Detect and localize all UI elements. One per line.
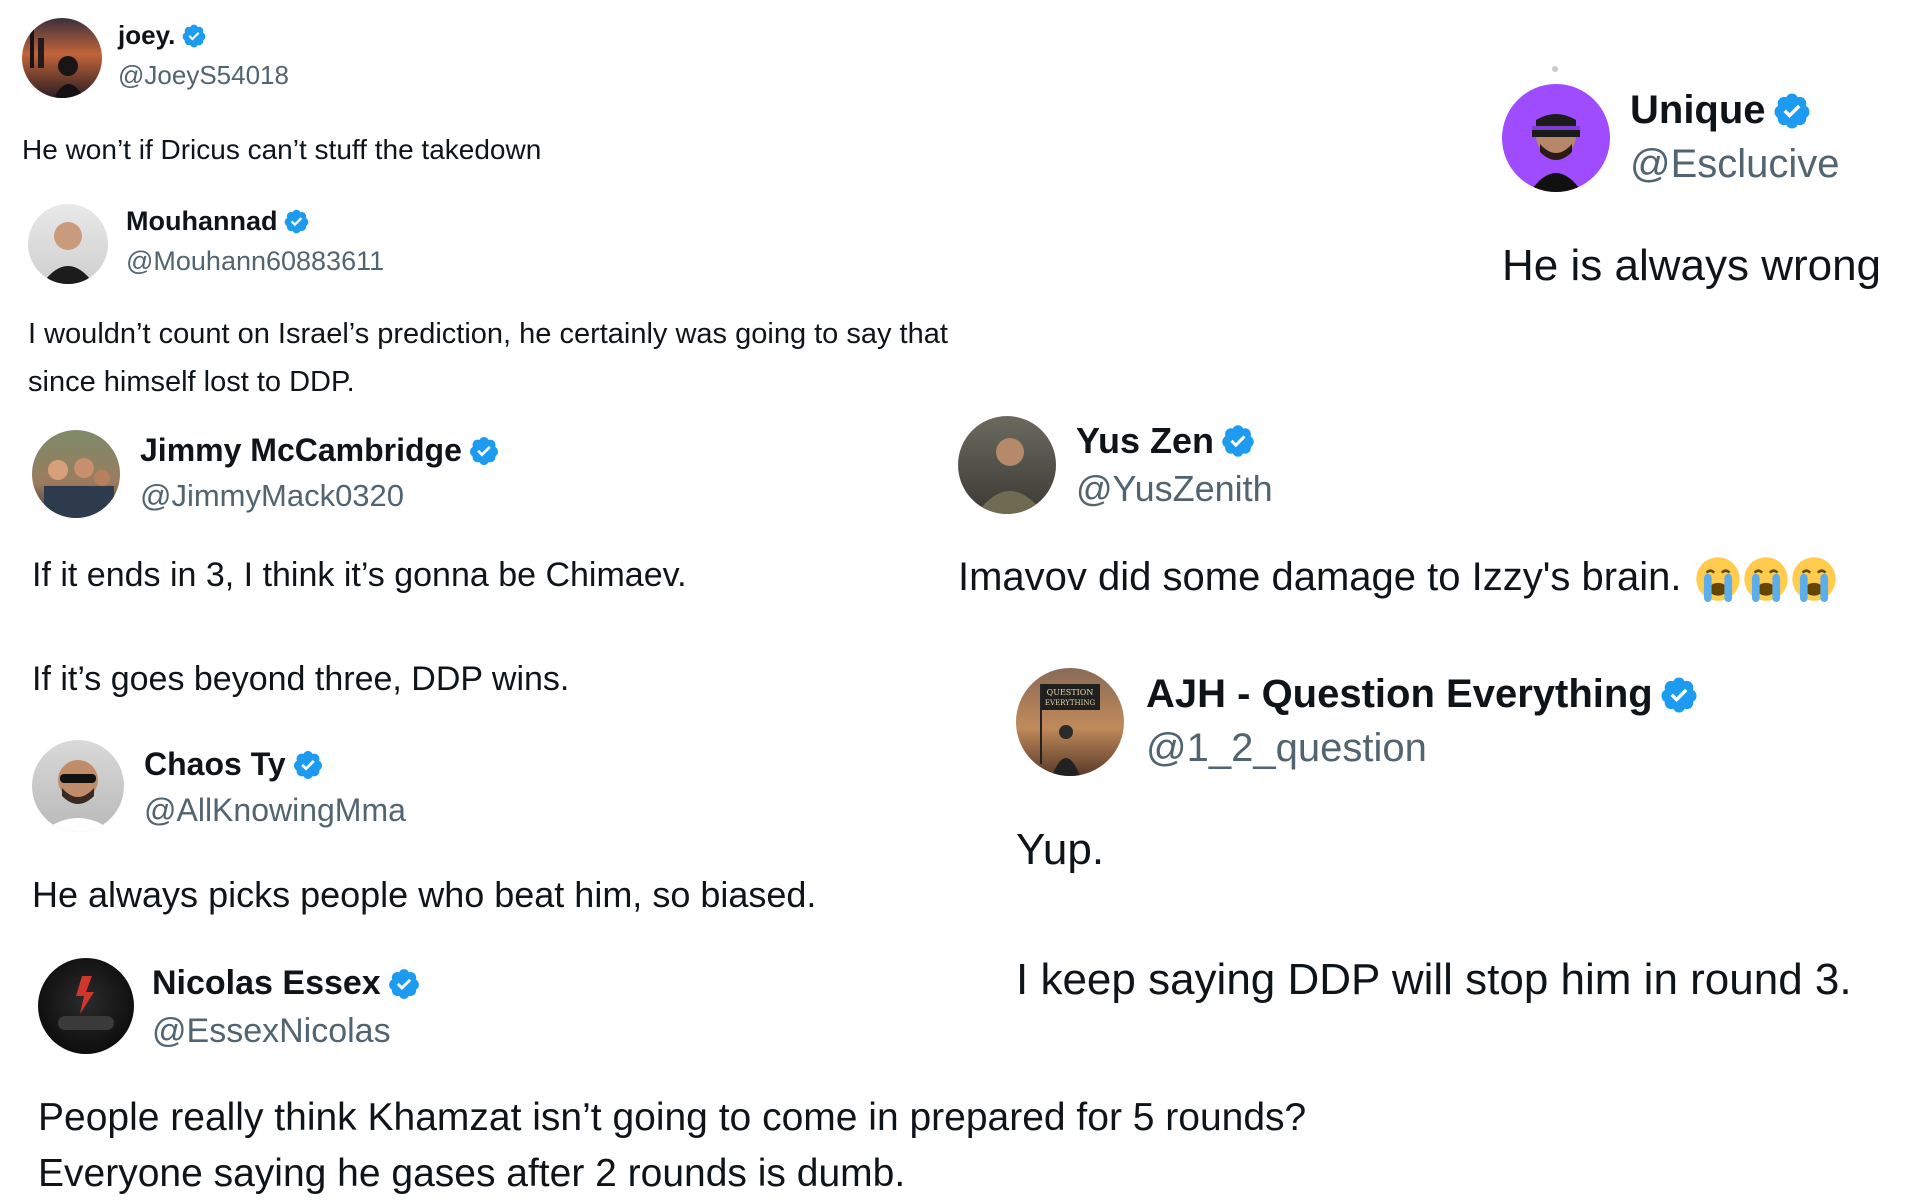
tweet-text-line-1: I wouldn’t count on Israel’s prediction,… [28, 318, 948, 350]
display-name[interactable]: Unique [1630, 88, 1766, 133]
tweet-text: Imavov did some damage to Izzy's brain. [958, 552, 1837, 603]
loudly-crying-face-icon [1743, 556, 1789, 603]
tweet-joey: joey. @JoeyS54018 He won’t if Dricus can… [22, 18, 922, 178]
display-name[interactable]: Nicolas Essex [152, 964, 381, 1003]
tweet-unique: Unique @Esclucive He is always wrong [1502, 84, 1912, 304]
loudly-crying-face-icon [1791, 556, 1837, 603]
verified-badge-icon [283, 208, 310, 235]
verified-badge-icon [292, 749, 324, 781]
avatar[interactable] [1502, 84, 1610, 192]
tweet-mouhannad: Mouhannad @Mouhann60883611 I wouldn’t co… [28, 204, 1178, 404]
tweet-jimmy-mccambridge: Jimmy McCambridge @JimmyMack0320 If it e… [32, 430, 932, 710]
handle[interactable]: @Esclucive [1630, 142, 1840, 187]
handle[interactable]: @1_2_question [1146, 726, 1427, 771]
tweet-chaos-ty: Chaos Ty @AllKnowingMma He always picks … [32, 740, 992, 920]
verified-badge-icon [1772, 91, 1812, 131]
tweet-text: He is always wrong [1502, 241, 1882, 290]
display-name[interactable]: AJH - Question Everything [1146, 672, 1653, 717]
tweet-text-line-1: If it ends in 3, I think it’s gonna be C… [32, 556, 687, 594]
display-name[interactable]: Jimmy McCambridge [140, 432, 462, 469]
tweet-text-line-2: If it’s goes beyond three, DDP wins. [32, 660, 570, 698]
verified-badge-icon [1220, 423, 1256, 459]
tweet-text-line-1: People really think Khamzat isn’t going … [38, 1096, 1307, 1139]
tweet-text-line-2: I keep saying DDP will stop him in round… [1016, 955, 1852, 1004]
avatar[interactable] [958, 416, 1056, 514]
handle[interactable]: @JoeyS54018 [118, 60, 289, 91]
display-name[interactable]: Yus Zen [1076, 420, 1214, 462]
separator-dot [1552, 66, 1558, 72]
verified-badge-icon [468, 435, 500, 467]
tweet-text-body: Imavov did some damage to Izzy's brain. [958, 555, 1682, 599]
handle[interactable]: @AllKnowingMma [144, 792, 406, 829]
avatar[interactable] [32, 740, 124, 832]
tweet-text: He won’t if Dricus can’t stuff the taked… [22, 134, 542, 165]
verified-badge-icon [387, 967, 421, 1001]
tweet-text: He always picks people who beat him, so … [32, 874, 817, 915]
handle[interactable]: @EssexNicolas [152, 1012, 391, 1051]
loudly-crying-face-icon [1695, 556, 1741, 603]
display-name[interactable]: Chaos Ty [144, 746, 286, 783]
tweet-yus-zen: Yus Zen @YusZenith Imavov did some damag… [958, 416, 1908, 616]
handle[interactable]: @JimmyMack0320 [140, 478, 404, 514]
display-name[interactable]: Mouhannad [126, 206, 277, 237]
avatar[interactable] [32, 430, 120, 518]
avatar[interactable] [38, 958, 134, 1054]
tweet-text-line-1: Yup. [1016, 825, 1105, 874]
avatar-flag-text: QUESTION [1047, 688, 1094, 697]
verified-badge-icon [1659, 675, 1699, 715]
avatar[interactable]: QUESTION EVERYTHING [1016, 668, 1124, 776]
handle[interactable]: @YusZenith [1076, 468, 1273, 510]
avatar[interactable] [22, 18, 102, 98]
tweet-ajh-question-everything: QUESTION EVERYTHING AJH - Question Every… [1016, 668, 1916, 1008]
verified-badge-icon [181, 23, 207, 49]
avatar-flag-text: EVERYTHING [1045, 699, 1096, 707]
avatar[interactable] [28, 204, 108, 284]
tweet-text-line-2: Everyone saying he gases after 2 rounds … [38, 1152, 906, 1195]
tweet-text-line-2: since himself lost to DDP. [28, 366, 355, 398]
handle[interactable]: @Mouhann60883611 [126, 246, 384, 277]
display-name[interactable]: joey. [118, 20, 175, 51]
